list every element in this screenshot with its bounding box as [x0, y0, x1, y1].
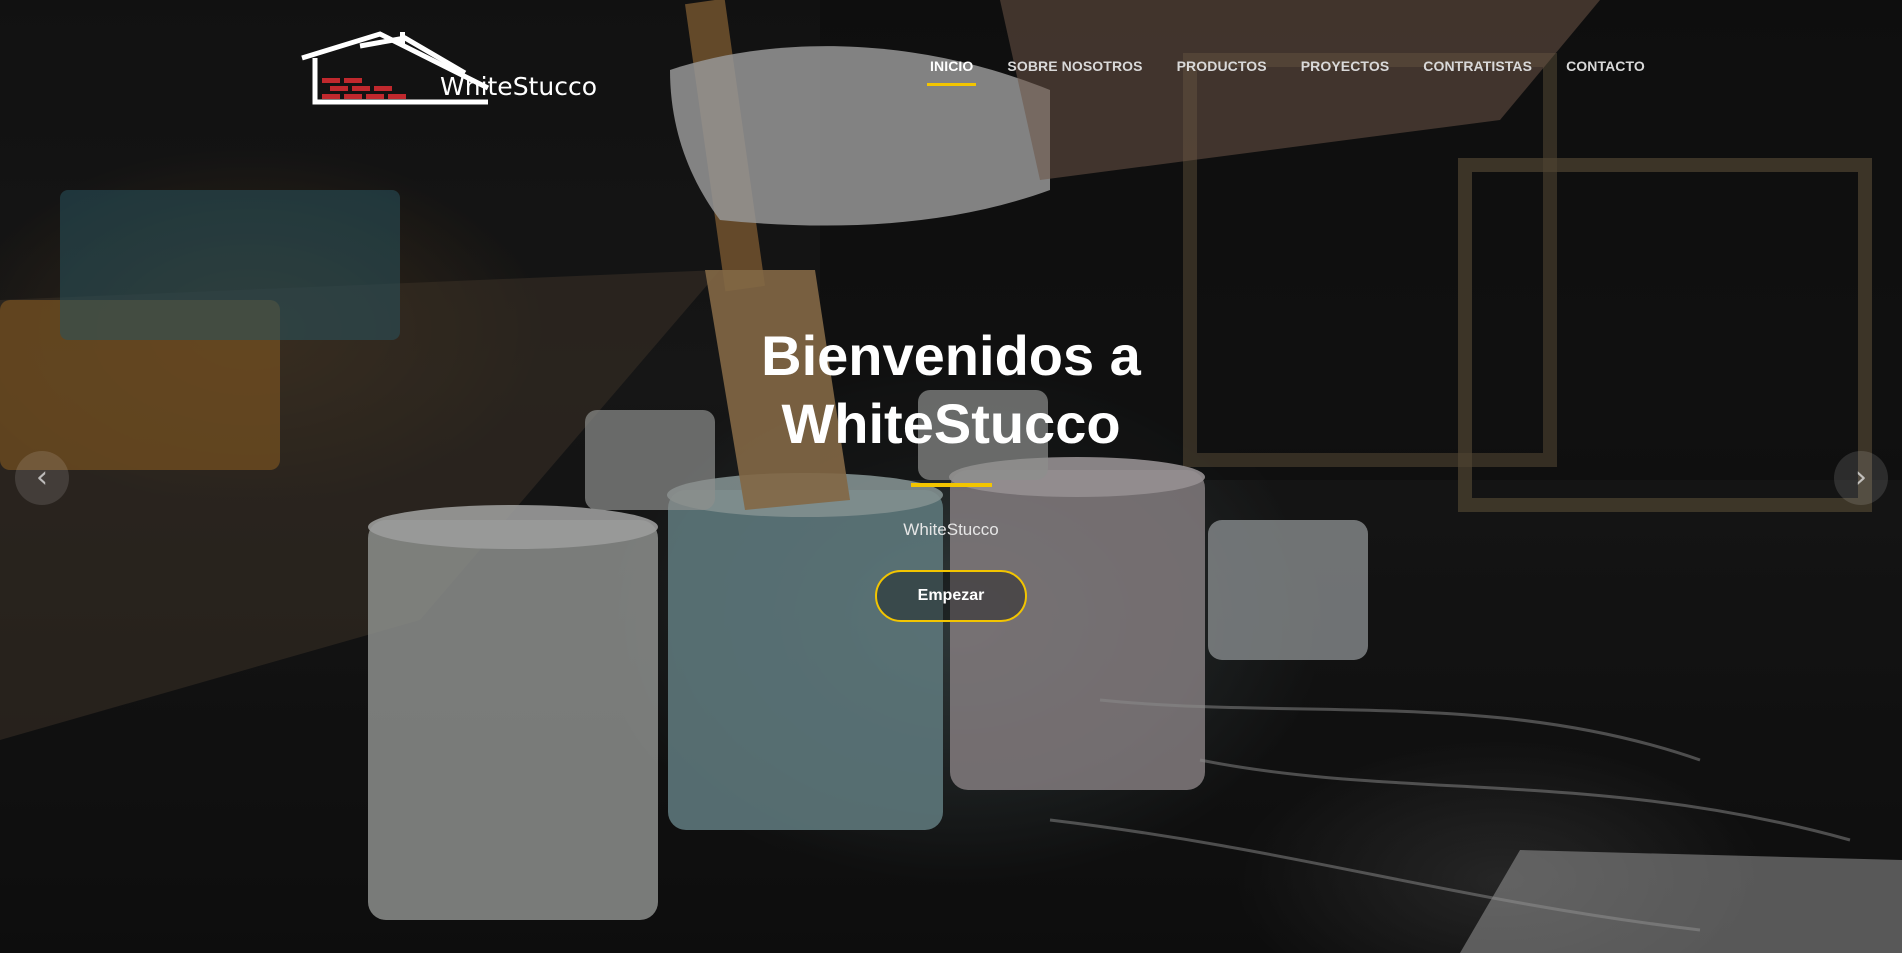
chevron-left-icon: ‹: [36, 460, 48, 495]
nav-item-contacto[interactable]: CONTACTO: [1566, 58, 1645, 74]
carousel-next-button[interactable]: ›: [1834, 451, 1888, 505]
hero-title: Bienvenidos a WhiteStucco: [651, 322, 1251, 458]
main-navigation: INICIO SOBRE NOSOTROS PRODUCTOS PROYECTO…: [926, 58, 1679, 86]
chevron-right-icon: ›: [1855, 460, 1867, 495]
site-logo[interactable]: WhiteStucco: [300, 28, 597, 108]
hero-title-line-1: Bienvenidos a: [761, 324, 1141, 387]
start-button[interactable]: Empezar: [875, 570, 1027, 622]
title-divider: [911, 483, 992, 487]
nav-item-productos[interactable]: PRODUCTOS: [1177, 58, 1267, 74]
nav-item-contratistas[interactable]: CONTRATISTAS: [1423, 58, 1532, 74]
hero-slider: WhiteStucco INICIO SOBRE NOSOTROS PRODUC…: [0, 0, 1902, 953]
nav-item-inicio[interactable]: INICIO: [926, 58, 977, 86]
hero-subtitle: WhiteStucco: [903, 520, 999, 539]
hero-overlay: [0, 0, 1902, 953]
carousel-prev-button[interactable]: ‹: [15, 451, 69, 505]
hero-title-line-2: WhiteStucco: [781, 392, 1121, 455]
logo-text: WhiteStucco: [440, 72, 597, 101]
nav-item-sobre-nosotros[interactable]: SOBRE NOSOTROS: [1007, 58, 1142, 74]
nav-item-proyectos[interactable]: PROYECTOS: [1301, 58, 1390, 74]
